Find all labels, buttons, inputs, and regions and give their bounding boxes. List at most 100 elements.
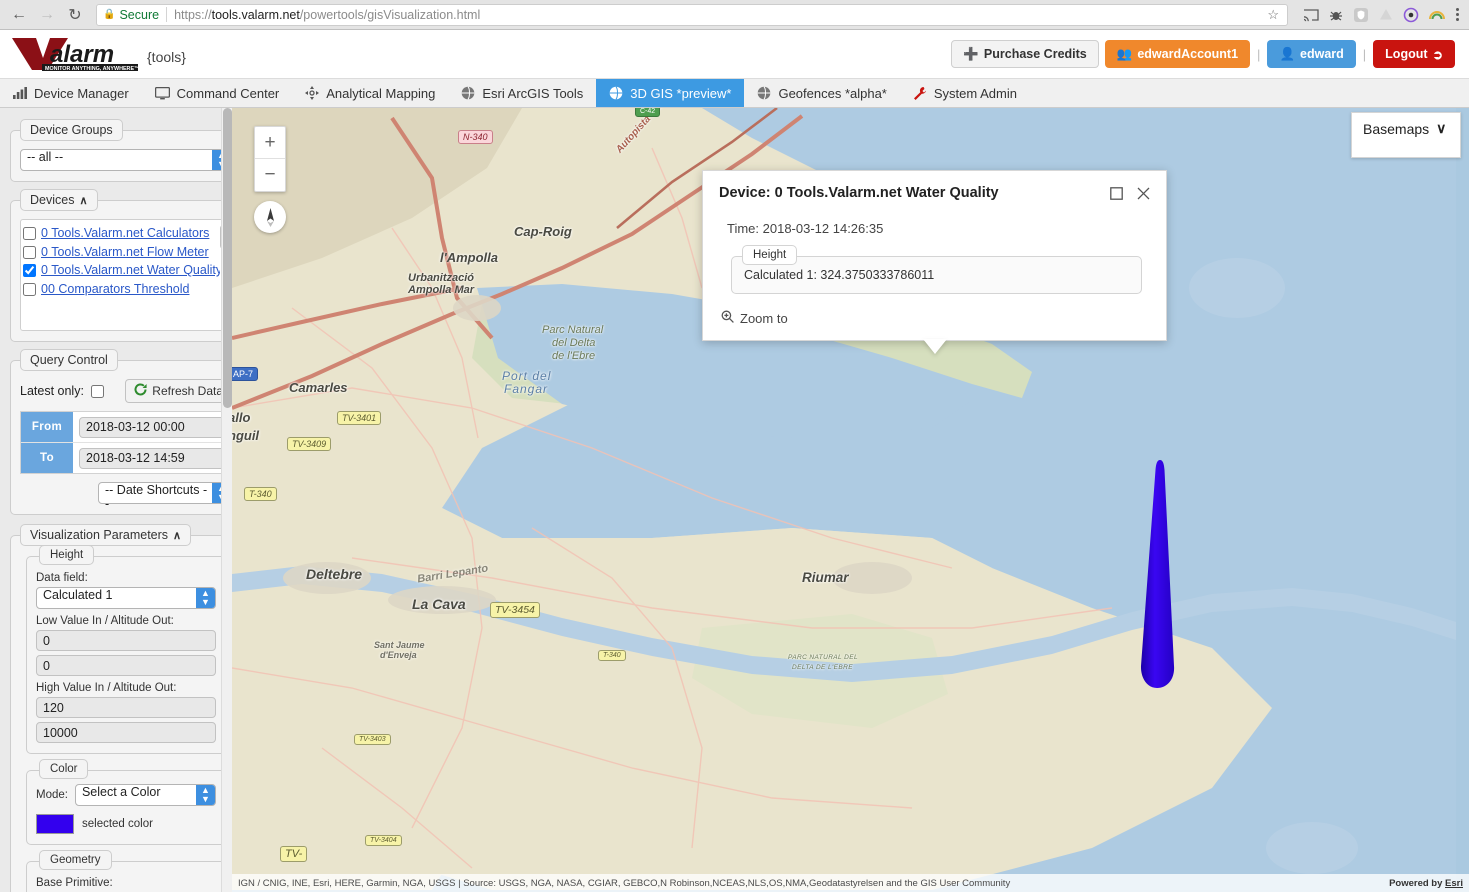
query-control-legend-label: Query Control [30, 353, 108, 367]
reload-icon[interactable]: ↻ [62, 2, 88, 28]
geometry-subpanel: Geometry Base Primitive: [26, 850, 226, 892]
device-checkbox[interactable] [23, 282, 36, 296]
zoom-to-button[interactable]: Zoom to [721, 310, 1150, 326]
low-value-in-input[interactable] [36, 630, 216, 651]
data-field-select[interactable]: Calculated 1 [36, 587, 216, 609]
tab-geofences[interactable]: Geofences *alpha* [744, 79, 899, 107]
logout-button[interactable]: Logout ➲ [1373, 40, 1455, 68]
basemaps-button[interactable]: Basemaps ∨ [1352, 113, 1460, 144]
tab-analytical-mapping[interactable]: Analytical Mapping [292, 79, 448, 107]
address-bar[interactable]: 🔒 Secure https:// tools.valarm.net /powe… [96, 3, 1288, 26]
latest-only-checkbox[interactable] [90, 384, 104, 398]
viz-params-legend[interactable]: Visualization Parameters ∧ [20, 524, 192, 546]
list-item[interactable]: 0 Tools.Valarm.net Calculators [23, 224, 227, 243]
color-mode-select-wrap[interactable]: Select a Color ▲ ▼ [74, 784, 216, 806]
zoom-out-button[interactable]: − [255, 159, 285, 191]
device-groups-legend: Device Groups [20, 119, 123, 141]
tab-device-manager[interactable]: Device Manager [0, 79, 142, 107]
date-shortcuts-select[interactable]: -- Date Shortcuts -- [98, 482, 232, 511]
drive-icon[interactable] [1378, 7, 1394, 23]
device-link[interactable]: 0 Tools.Valarm.net Water Quality [41, 262, 222, 279]
low-value-label: Low Value In / Altitude Out: [36, 615, 174, 627]
valarm-logo[interactable]: alarm MONITOR ANYTHING, ANYWHERE™ {tools… [10, 36, 186, 72]
tab-label: 3D GIS *preview* [630, 85, 732, 101]
rainbow-icon[interactable] [1428, 9, 1446, 21]
road-shield: TV-3409 [287, 437, 332, 451]
to-value-cell [73, 444, 231, 473]
viz-params-legend-label: Visualization Parameters [30, 528, 169, 542]
device-checkbox[interactable] [23, 245, 36, 259]
low-altitude-out-input[interactable] [36, 655, 216, 676]
bug-icon[interactable] [1328, 7, 1344, 23]
refresh-data-button[interactable]: Refresh Data [125, 379, 232, 403]
chevron-up-icon[interactable]: ∧ [173, 529, 181, 542]
svg-text:alarm: alarm [50, 41, 114, 68]
device-groups-select[interactable]: -- all -- [20, 149, 232, 171]
tab-esri-arcgis-tools[interactable]: Esri ArcGIS Tools [448, 79, 596, 107]
tab-label: Esri ArcGIS Tools [482, 85, 584, 101]
header-actions: ➕ Purchase Credits 👥 edwardAccount1 | 👤 … [951, 40, 1455, 68]
tab-system-admin[interactable]: System Admin [900, 79, 1030, 107]
purchase-credits-label: Purchase Credits [983, 47, 1087, 61]
omnibox-divider [166, 7, 168, 22]
list-item[interactable]: 0 Tools.Valarm.net Flow Meter [23, 243, 227, 262]
back-arrow-icon[interactable]: ← [6, 2, 32, 28]
color-subpanel: Color Mode: Select a Color ▲ ▼ selected c… [26, 759, 226, 845]
high-value-label: High Value In / Altitude Out: [36, 682, 177, 694]
tab-command-center[interactable]: Command Center [142, 79, 293, 107]
data-spike-3d[interactable] [1127, 460, 1197, 692]
from-row: From [21, 412, 231, 443]
monitor-icon [154, 86, 170, 100]
high-altitude-out-input[interactable] [36, 722, 216, 743]
chevron-down-icon[interactable]: ∨ [1436, 120, 1446, 137]
shield-icon[interactable] [1353, 7, 1369, 23]
purchase-credits-button[interactable]: ➕ Purchase Credits [951, 40, 1099, 68]
url-domain: tools.valarm.net [211, 7, 300, 22]
feature-popup[interactable]: Device: 0 Tools.Valarm.net Water Quality… [702, 170, 1167, 354]
list-item[interactable]: 0 Tools.Valarm.net Water Quality [23, 261, 227, 280]
target-icon[interactable] [1403, 7, 1419, 23]
maximize-icon[interactable] [1110, 187, 1123, 205]
tab-3d-gis[interactable]: 3D GIS *preview* [596, 79, 745, 107]
color-mode-select[interactable]: Select a Color [74, 784, 216, 806]
basemaps-widget[interactable]: Basemaps ∨ [1351, 112, 1461, 158]
map-canvas[interactable]: Cap-Roig l'Ampolla Urbanització Ampolla … [232, 108, 1469, 892]
cast-icon[interactable] [1303, 8, 1319, 22]
esri-link[interactable]: Esri [1445, 878, 1463, 889]
device-checkbox[interactable] [23, 264, 36, 277]
zoom-in-button[interactable]: + [255, 127, 285, 159]
tools-tag: {tools} [147, 49, 186, 65]
url-path: /powertools/gisVisualization.html [299, 7, 481, 22]
account-button[interactable]: 👥 edwardAccount1 [1104, 40, 1251, 68]
kebab-menu-icon[interactable] [1452, 8, 1463, 21]
from-value-cell [73, 413, 231, 442]
to-input[interactable] [79, 447, 225, 469]
device-link[interactable]: 0 Tools.Valarm.net Flow Meter [41, 244, 209, 261]
forward-arrow-icon[interactable]: → [34, 2, 60, 28]
device-checkbox[interactable] [23, 227, 36, 240]
close-icon[interactable] [1137, 187, 1150, 205]
height-legend: Height [39, 545, 95, 565]
sidebar-scrollbar[interactable] [221, 108, 232, 892]
header-divider-2: | [1362, 46, 1367, 62]
date-shortcuts-select-wrap[interactable]: -- Date Shortcuts -- ▲▼ [98, 482, 232, 511]
list-item[interactable]: 00 Comparators Threshold [23, 280, 227, 299]
device-list[interactable]: 0 Tools.Valarm.net Calculators 0 Tools.V… [20, 219, 232, 331]
user-button[interactable]: 👤 edward [1267, 40, 1356, 68]
sidebar-scroll-thumb[interactable] [223, 108, 232, 408]
color-swatch[interactable] [36, 814, 74, 834]
chevron-up-icon[interactable]: ∧ [79, 194, 87, 207]
popup-height-fieldset: Height Calculated 1: 324.3750333786011 [731, 245, 1142, 294]
wrench-icon [913, 86, 927, 100]
device-link[interactable]: 0 Tools.Valarm.net Calculators [41, 225, 209, 242]
high-value-in-input[interactable] [36, 697, 216, 718]
data-field-select-wrap[interactable]: Calculated 1 ▲ ▼ [36, 587, 216, 609]
visualization-parameters-panel: Visualization Parameters ∧ Height Data f… [10, 524, 232, 892]
device-link[interactable]: 00 Comparators Threshold [41, 281, 189, 298]
from-input[interactable] [79, 416, 225, 438]
basemaps-label: Basemaps [1363, 120, 1430, 137]
compass-button[interactable] [254, 201, 286, 233]
device-groups-select-wrap[interactable]: -- all -- ▲▼ [20, 149, 232, 171]
devices-legend[interactable]: Devices ∧ [20, 189, 98, 211]
star-icon[interactable]: ☆ [1267, 7, 1281, 23]
